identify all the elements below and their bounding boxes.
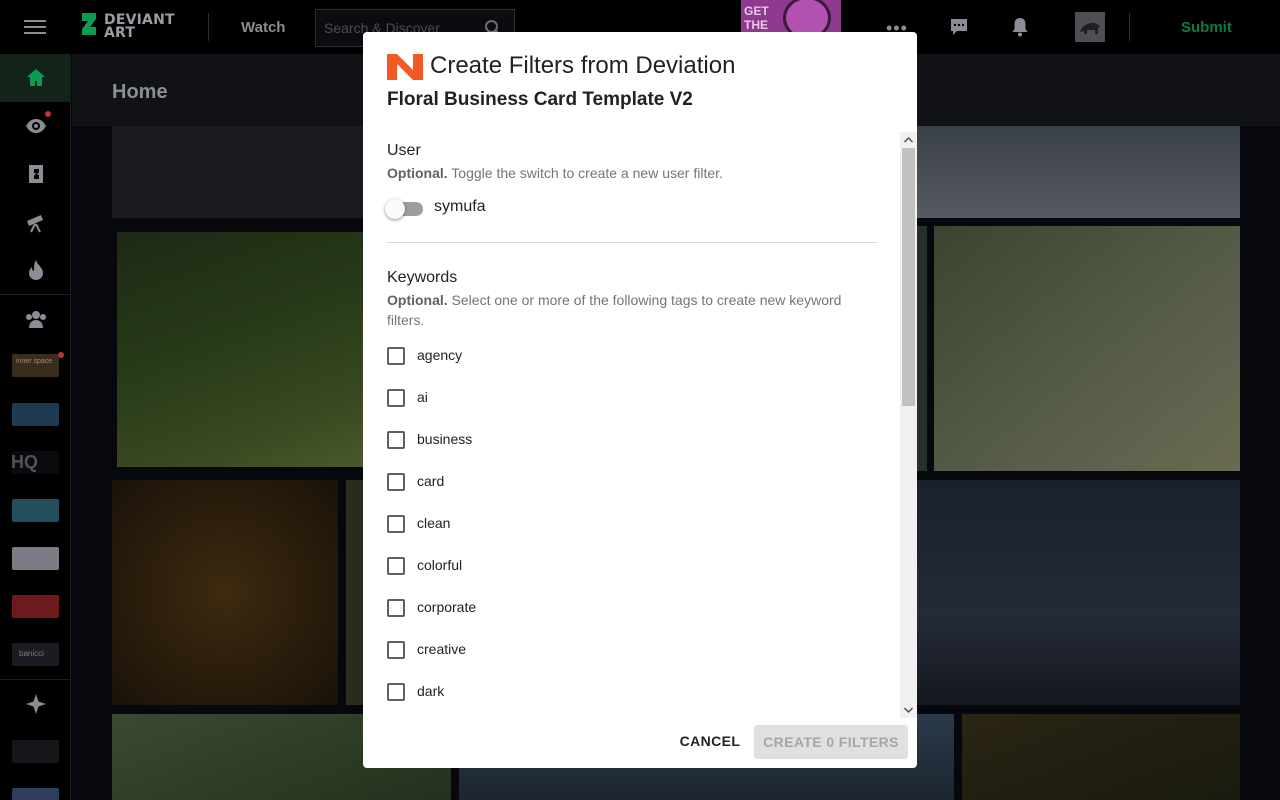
keyword-checkbox-row[interactable]: card <box>387 470 687 494</box>
telescope-icon <box>27 215 43 233</box>
dialog-scroll-area[interactable]: User Optional. Toggle the switch to crea… <box>363 132 917 718</box>
group-thumb[interactable] <box>12 740 59 763</box>
toggle-thumb <box>385 199 405 219</box>
chat-icon[interactable] <box>949 18 969 36</box>
keyword-label: card <box>417 473 445 489</box>
deviation-title: Floral Business Card Template V2 <box>387 89 693 110</box>
user-section-title: User <box>387 142 421 159</box>
deviation-thumbnail[interactable] <box>917 480 1240 705</box>
groups-icon <box>26 311 46 328</box>
keywords-section-helper: Optional. Select one or more of the foll… <box>387 292 842 328</box>
sidebar-item-popular[interactable] <box>0 246 71 294</box>
keyword-checkbox-row[interactable]: corporate <box>387 596 687 620</box>
keyword-checkbox[interactable] <box>387 641 405 659</box>
section-divider <box>387 242 877 243</box>
keyword-checkbox-row[interactable]: clean <box>387 512 687 536</box>
keyword-label: colorful <box>417 557 463 573</box>
scroll-up-icon[interactable] <box>900 132 917 148</box>
group-thumb-inner-space[interactable]: inner space <box>12 354 59 377</box>
group-thumb[interactable] <box>12 499 59 522</box>
banner-artwork <box>783 0 831 36</box>
keyword-checkbox[interactable] <box>387 683 405 701</box>
keyword-checkbox-row[interactable]: agency <box>387 344 687 368</box>
create-filters-dialog: Create Filters from Deviation Floral Bus… <box>363 32 917 768</box>
banner-text: GET THE <box>744 4 769 32</box>
filter-logo-icon <box>387 54 423 80</box>
deviation-thumbnail[interactable] <box>117 232 367 467</box>
group-thumb-hq[interactable]: HQ <box>11 451 59 474</box>
submit-button[interactable]: Submit <box>1181 19 1232 36</box>
sidebar-item-discover[interactable] <box>0 198 71 246</box>
group-thumb[interactable] <box>12 547 59 570</box>
deviantart-logo-icon <box>82 13 96 35</box>
topbar-divider <box>1129 13 1130 41</box>
deviation-thumbnail[interactable] <box>917 226 927 471</box>
home-icon <box>27 69 45 86</box>
deviantart-logo[interactable]: DEVIANT ART <box>78 11 178 43</box>
deviation-thumbnail[interactable] <box>112 126 364 218</box>
keyword-checkbox-row[interactable]: ai <box>387 386 687 410</box>
promo-banner[interactable]: GET THE <box>741 0 841 36</box>
notification-dot <box>58 352 64 358</box>
fire-icon <box>29 260 43 280</box>
deviation-icon <box>29 165 43 183</box>
dialog-scrollbar[interactable] <box>900 132 917 718</box>
scrollbar-thumb[interactable] <box>902 148 915 406</box>
create-filters-button[interactable]: CREATE 0 FILTERS <box>754 725 908 759</box>
scroll-down-icon[interactable] <box>900 702 917 718</box>
keyword-label: agency <box>417 347 463 363</box>
keyword-label: business <box>417 431 473 447</box>
group-thumb[interactable] <box>12 595 59 618</box>
keyword-checkbox[interactable] <box>387 389 405 407</box>
keyword-checkbox[interactable] <box>387 515 405 533</box>
left-sidebar: inner space HQ banicci <box>0 54 71 800</box>
logo-text: DEVIANT ART <box>104 12 175 41</box>
keyword-label: dark <box>417 683 445 699</box>
deviation-thumbnail[interactable] <box>934 226 1240 471</box>
page-title: Home <box>112 81 168 103</box>
sidebar-item-groups[interactable] <box>0 295 71 343</box>
keywords-section-title: Keywords <box>387 269 458 286</box>
sidebar-item-watch[interactable] <box>0 102 71 150</box>
avatar-animal-icon <box>1080 23 1100 34</box>
dialog-title: Create Filters from Deviation <box>430 52 736 79</box>
topbar-divider <box>208 13 209 41</box>
keyword-checkbox[interactable] <box>387 473 405 491</box>
keyword-checkbox[interactable] <box>387 431 405 449</box>
username-label: symufa <box>434 198 486 215</box>
deviation-thumbnail[interactable] <box>346 480 363 705</box>
sidebar-item-core[interactable] <box>0 680 71 728</box>
keyword-label: ai <box>417 389 428 405</box>
menu-icon[interactable] <box>24 18 48 36</box>
group-thumb-banicci[interactable]: banicci <box>12 643 59 666</box>
deviation-thumbnail[interactable] <box>962 714 1240 800</box>
keyword-checkbox-row[interactable]: business <box>387 428 687 452</box>
deviation-thumbnail[interactable] <box>112 480 338 705</box>
user-avatar[interactable] <box>1075 12 1105 42</box>
user-filter-toggle[interactable] <box>385 197 425 221</box>
bell-icon[interactable] <box>1011 17 1029 37</box>
deviation-thumbnail[interactable] <box>917 126 1240 218</box>
keyword-checkbox[interactable] <box>387 599 405 617</box>
keyword-label: clean <box>417 515 451 531</box>
sidebar-item-home[interactable] <box>0 54 71 102</box>
watch-link[interactable]: Watch <box>241 19 285 36</box>
user-section-helper: Optional. Toggle the switch to create a … <box>387 165 723 181</box>
sparkle-icon <box>26 694 46 714</box>
keyword-checkbox[interactable] <box>387 347 405 365</box>
keyword-label: creative <box>417 641 467 657</box>
keyword-checkbox-row[interactable]: dark <box>387 680 687 704</box>
keyword-checkbox-row[interactable]: creative <box>387 638 687 662</box>
keyword-checkbox[interactable] <box>387 557 405 575</box>
sidebar-item-deviations[interactable] <box>0 150 71 198</box>
keyword-label: corporate <box>417 599 477 615</box>
group-thumb[interactable] <box>12 403 59 426</box>
cancel-button[interactable]: CANCEL <box>670 725 750 757</box>
keyword-checkbox-row[interactable]: colorful <box>387 554 687 578</box>
eye-icon <box>26 119 46 133</box>
notification-dot <box>45 111 51 117</box>
group-thumb[interactable] <box>12 788 59 800</box>
